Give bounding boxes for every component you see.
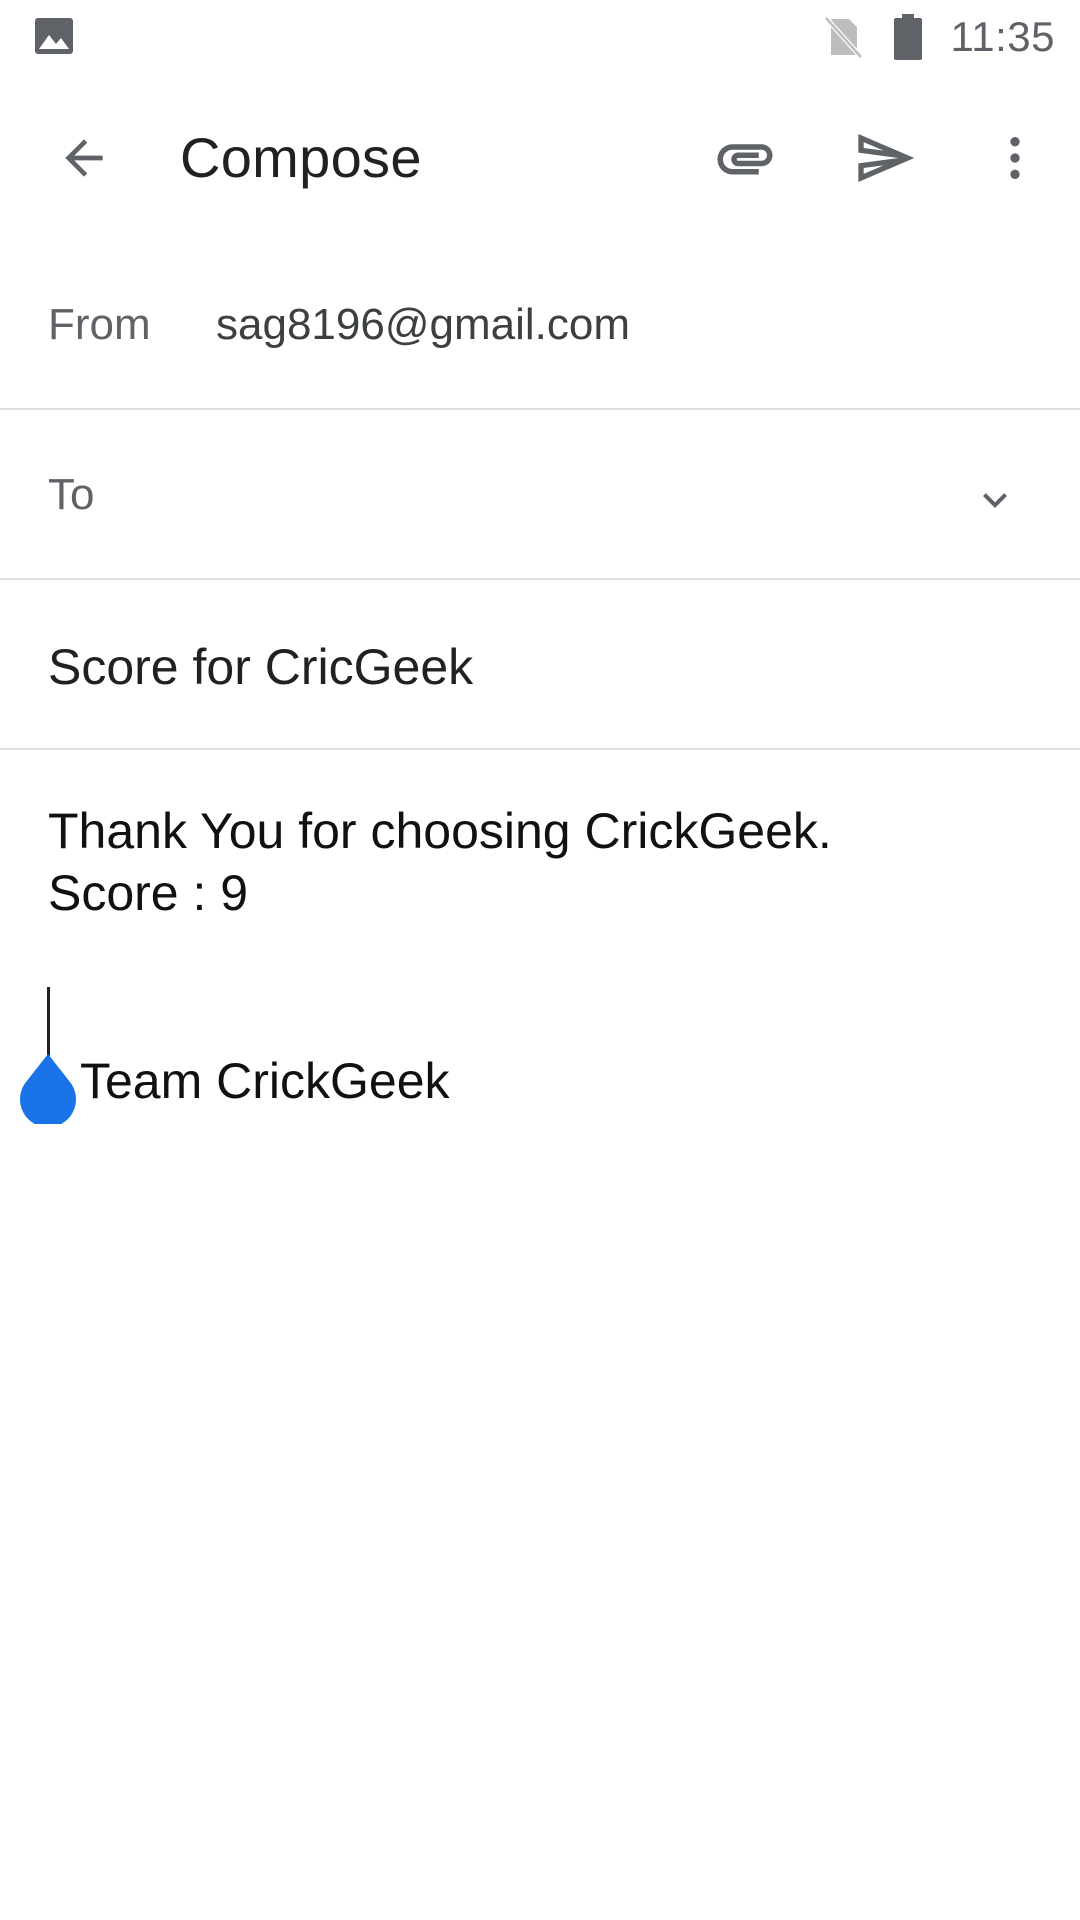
send-icon: [858, 134, 915, 182]
body-line: Team CrickGeek: [80, 1053, 450, 1109]
to-row: To: [0, 410, 1080, 580]
expand-recipients-button[interactable]: [960, 465, 1030, 535]
status-time: 11:35: [950, 13, 1055, 60]
send-button[interactable]: [840, 118, 930, 198]
no-sim-icon: [823, 16, 863, 59]
more-options-button[interactable]: [980, 118, 1050, 198]
app-bar: Compose: [0, 88, 1080, 228]
status-indicators: 11:35: [823, 0, 1056, 74]
from-account[interactable]: sag8196@gmail.com: [216, 300, 630, 350]
back-button[interactable]: [44, 118, 124, 198]
gallery-icon: [35, 18, 73, 54]
body-line: Thank You for choosing CrickGeek.: [48, 803, 832, 859]
to-input[interactable]: [140, 460, 944, 532]
attach-button[interactable]: [700, 118, 790, 198]
from-row[interactable]: From sag8196@gmail.com: [0, 240, 1080, 410]
subject-field[interactable]: Score for CricGeek: [48, 638, 473, 696]
to-label: To: [48, 470, 95, 519]
body-line: Score : 9: [48, 865, 249, 921]
from-label: From: [48, 300, 151, 349]
status-bar: 11:35: [0, 0, 1080, 74]
chevron-down-icon: [983, 493, 1007, 508]
compose-body[interactable]: Thank You for choosing CrickGeek. Score …: [0, 752, 1080, 1920]
cursor-handle[interactable]: [18, 1052, 78, 1124]
back-arrow-icon: [65, 139, 103, 177]
page-title: Compose: [180, 126, 422, 189]
subject-row[interactable]: Score for CricGeek: [0, 580, 1080, 750]
more-vertical-icon: [1010, 137, 1020, 179]
attachment-icon: [717, 144, 773, 175]
battery-icon: [893, 14, 922, 60]
text-cursor: [47, 987, 50, 1057]
